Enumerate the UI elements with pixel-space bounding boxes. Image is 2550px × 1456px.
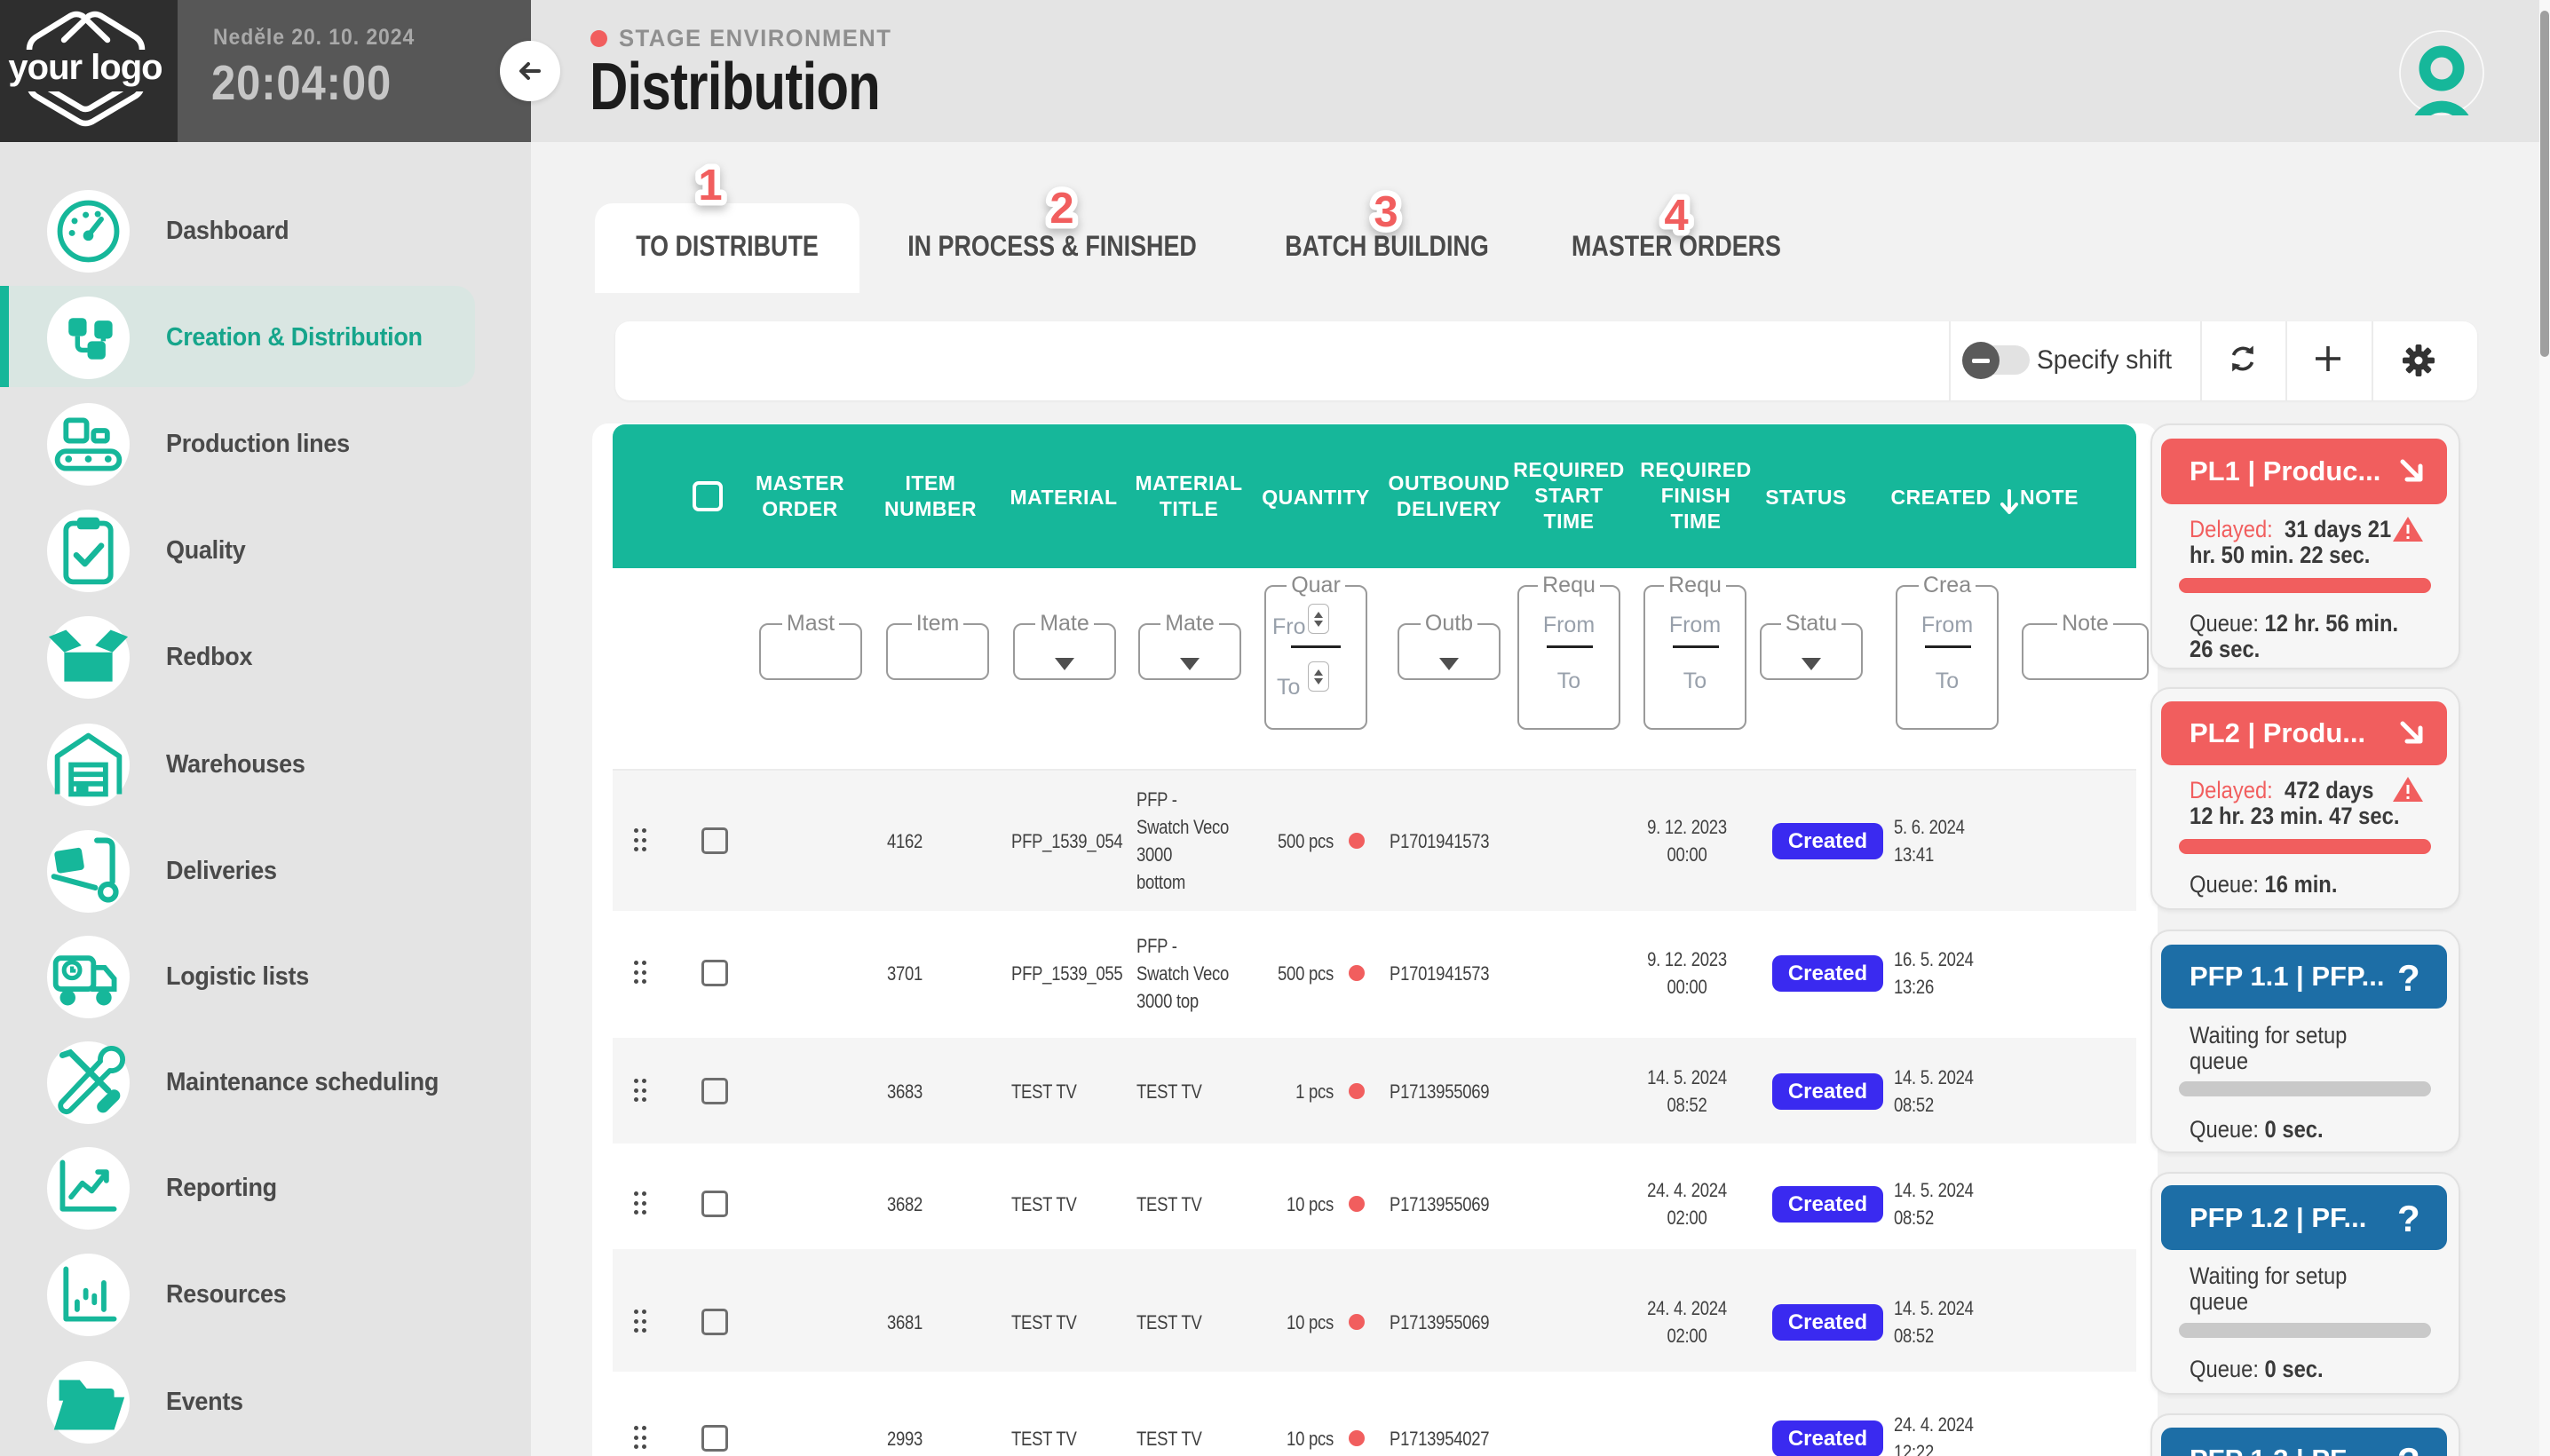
svg-text:1: 1 [698,162,722,210]
svg-text:3: 3 [1374,188,1398,236]
svg-text:2: 2 [1049,185,1073,233]
svg-text:4: 4 [1664,192,1688,240]
svg-text:your logo: your logo [8,48,162,87]
